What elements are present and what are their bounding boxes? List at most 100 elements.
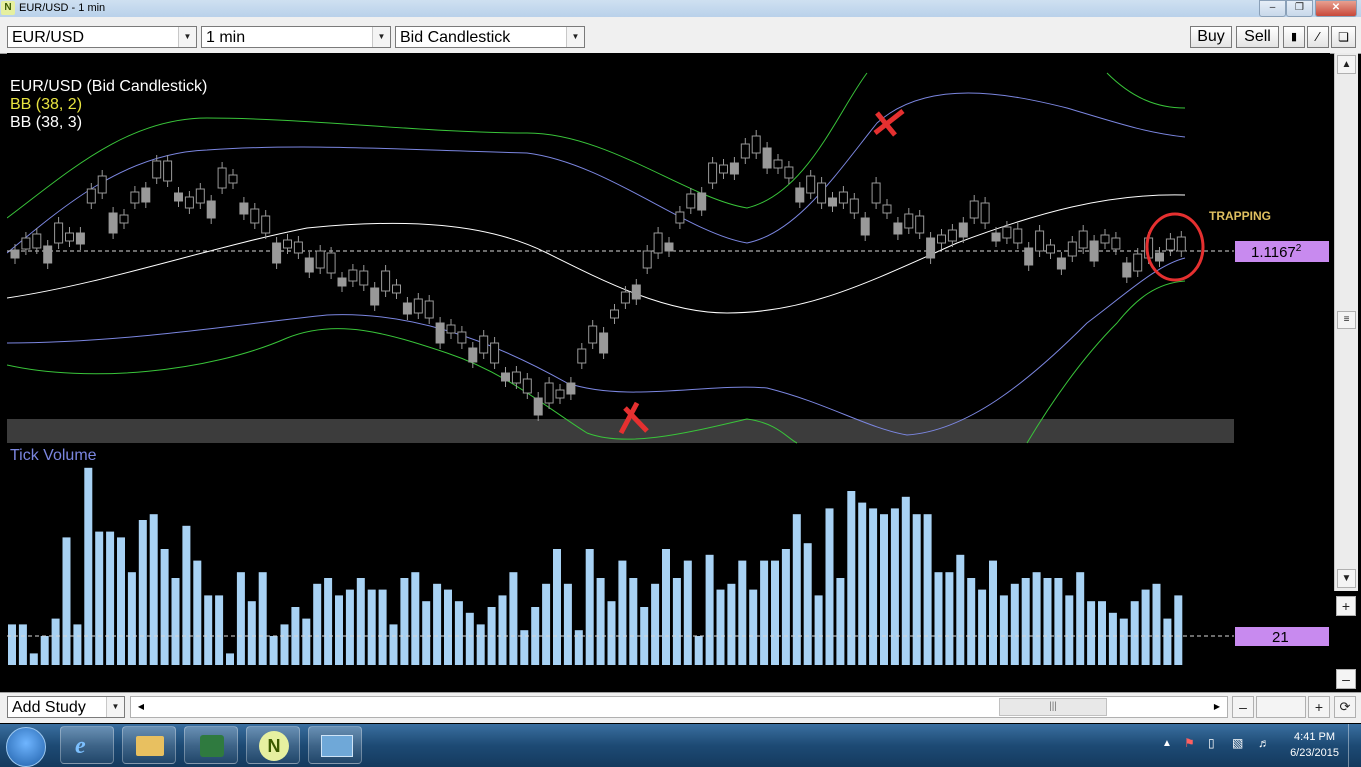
candle xyxy=(402,302,412,315)
system-clock[interactable]: 4:41 PM 6/23/2015 xyxy=(1290,729,1339,761)
candle xyxy=(381,270,391,292)
restore-icon[interactable]: ❐ xyxy=(1286,0,1313,17)
candle xyxy=(348,269,358,282)
price-scrollbar[interactable]: ▲ ≡ ▼ xyxy=(1334,53,1358,591)
detach-window-icon[interactable]: ❏ xyxy=(1331,26,1356,48)
candle xyxy=(54,222,64,244)
volume-bar xyxy=(651,583,660,665)
chevron-down-icon[interactable]: ▼ xyxy=(566,27,584,47)
control-center-icon[interactable] xyxy=(308,726,362,764)
volume-bar xyxy=(912,514,921,665)
buy-button[interactable]: Buy xyxy=(1190,26,1232,48)
volume-bar xyxy=(247,601,256,665)
instrument-select[interactable]: EUR/USD ▼ xyxy=(7,26,197,48)
reset-view-icon[interactable]: ⟳ xyxy=(1334,696,1356,718)
volume-bar xyxy=(62,537,71,665)
price-tag-text: 1.11672 xyxy=(1251,243,1302,261)
window-titlebar: N EUR/USD - 1 min – ❐ ✕ xyxy=(0,0,1361,17)
chevron-down-icon[interactable]: ▼ xyxy=(372,27,390,47)
candle xyxy=(75,232,85,245)
volume-bar xyxy=(683,560,692,665)
volume-bar xyxy=(422,601,431,665)
ninjatrader-icon[interactable]: N xyxy=(246,726,300,764)
volume-bar xyxy=(847,491,856,665)
scroll-down-icon[interactable]: ▼ xyxy=(1337,569,1356,588)
sell-button[interactable]: Sell xyxy=(1236,26,1279,48)
volume-bar xyxy=(967,578,976,665)
candle xyxy=(1056,257,1066,270)
volume-icon[interactable]: ♬ xyxy=(1258,736,1270,750)
candle xyxy=(217,167,227,189)
zoom-in-icon[interactable]: + xyxy=(1336,596,1356,616)
show-hidden-icons-icon[interactable]: ▲ xyxy=(1162,738,1172,749)
candle xyxy=(664,242,674,252)
interval-select[interactable]: 1 min ▼ xyxy=(201,26,391,48)
volume-bar xyxy=(302,618,311,665)
close-icon[interactable]: ✕ xyxy=(1315,0,1357,17)
volume-bar xyxy=(901,496,910,665)
candle xyxy=(1111,237,1121,250)
candle xyxy=(490,342,500,364)
candle xyxy=(675,211,685,224)
scroll-left-icon[interactable]: ◀ xyxy=(133,699,149,715)
add-study-select[interactable]: Add Study ▼ xyxy=(7,696,125,718)
volume-bar xyxy=(553,549,561,665)
candle xyxy=(501,372,510,382)
candle xyxy=(566,382,576,395)
zoom-out-icon[interactable]: – xyxy=(1336,669,1356,689)
time-zoom-track[interactable] xyxy=(1256,696,1306,718)
bb-middle-line xyxy=(6,194,1186,314)
volume-bar xyxy=(923,514,932,665)
scroll-thumb-icon[interactable]: ≡ xyxy=(1337,311,1356,329)
chevron-down-icon[interactable]: ▼ xyxy=(106,697,124,717)
draw-line-icon[interactable]: ∕ xyxy=(1307,26,1329,48)
candle xyxy=(457,331,467,344)
chart-area[interactable]: EUR/USD (Bid Candlestick) BB (38, 2) BB … xyxy=(6,53,1330,691)
legend-bb-38-3: BB (38, 3) xyxy=(10,114,82,131)
action-center-icon[interactable]: ⚑ xyxy=(1184,736,1195,750)
volume-bar xyxy=(149,514,158,665)
internet-explorer-icon[interactable]: e xyxy=(60,726,114,764)
candle xyxy=(130,191,140,204)
bar-style-icon[interactable]: ▮ xyxy=(1283,26,1305,48)
chart-style-select[interactable]: Bid Candlestick ▼ xyxy=(395,26,585,48)
candle xyxy=(697,192,707,211)
scroll-up-icon[interactable]: ▲ xyxy=(1337,55,1356,74)
candle xyxy=(337,277,347,287)
volume-bar xyxy=(509,572,518,665)
time-zoom-in-icon[interactable]: + xyxy=(1308,696,1330,718)
time-zoom-out-icon[interactable]: – xyxy=(1232,696,1254,718)
volume-bar xyxy=(1141,589,1150,665)
volume-bar xyxy=(672,578,681,665)
candle xyxy=(86,188,96,204)
candle xyxy=(304,257,314,273)
start-button-icon[interactable] xyxy=(6,727,46,767)
time-scrollbar[interactable]: ◀ ||| ▶ xyxy=(130,696,1228,718)
volume-bar xyxy=(738,560,747,665)
minimize-icon[interactable]: – xyxy=(1259,0,1286,17)
legend-main: EUR/USD (Bid Candlestick) xyxy=(10,78,207,95)
volume-bar xyxy=(236,572,245,665)
scroll-right-icon[interactable]: ▶ xyxy=(1209,699,1225,715)
time-scroll-thumb[interactable]: ||| xyxy=(999,698,1107,716)
candle xyxy=(21,237,31,250)
chevron-down-icon[interactable]: ▼ xyxy=(178,27,196,47)
show-desktop-button[interactable] xyxy=(1348,724,1361,767)
candle xyxy=(958,222,968,238)
volume-bar xyxy=(367,589,376,665)
volume-bar xyxy=(869,508,878,665)
candle xyxy=(1024,247,1034,266)
file-explorer-icon[interactable] xyxy=(122,726,176,764)
chart-canvas[interactable]: EUR/USD (Bid Candlestick) BB (38, 2) BB … xyxy=(6,53,1330,691)
network-icon[interactable]: ▧ xyxy=(1232,736,1243,750)
candle xyxy=(1035,230,1045,252)
candle xyxy=(479,335,489,354)
volume-bar xyxy=(73,624,82,665)
volume-bar xyxy=(749,589,758,665)
volume-bar xyxy=(1076,572,1085,665)
volume-bar xyxy=(324,578,333,665)
volume-bar xyxy=(934,572,943,665)
device-icon[interactable]: ▯ xyxy=(1208,736,1215,750)
trading-app-icon[interactable] xyxy=(184,726,238,764)
candle xyxy=(631,284,641,300)
